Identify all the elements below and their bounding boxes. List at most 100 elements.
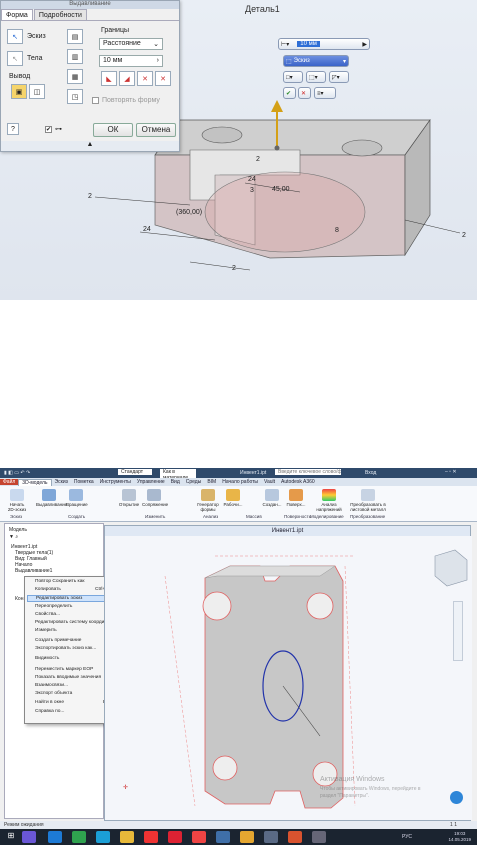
output-surface-button[interactable]: ◫: [29, 84, 45, 99]
cancel-button[interactable]: Отмена: [136, 123, 176, 137]
start-sketch-button[interactable]: Начать 2D-эскиз: [6, 489, 28, 512]
stress-analysis-button[interactable]: Анализ напряжений: [314, 489, 344, 512]
dimension-label[interactable]: 2: [232, 265, 236, 272]
repeat-shape-checkbox[interactable]: [92, 97, 99, 104]
dimension-label[interactable]: 3: [250, 187, 254, 194]
dimension-label[interactable]: 8: [335, 227, 339, 234]
preview-checkbox[interactable]: ✔: [45, 126, 52, 133]
tab-environments[interactable]: Среды: [183, 479, 205, 485]
tab-3d-model[interactable]: 3D-модель: [18, 478, 52, 486]
menu-item-repeat[interactable]: Повтор Сохранить как: [35, 579, 85, 584]
menu-item-create-note[interactable]: Создать примечание: [35, 638, 81, 643]
output-solid-button[interactable]: ▣: [11, 84, 27, 99]
work-features-button[interactable]: Рабочи...: [222, 489, 244, 507]
menu-item-properties[interactable]: Свойства...: [35, 612, 60, 617]
dimension-label[interactable]: 24: [248, 176, 256, 183]
extents-select[interactable]: Расстояние ⌄: [99, 38, 163, 50]
apply-arrow-icon[interactable]: ▶: [362, 41, 367, 48]
shape-generator-button[interactable]: Генератор формы: [196, 489, 220, 512]
cut-button[interactable]: ▥: [67, 49, 83, 64]
tab-view[interactable]: Вид: [168, 479, 183, 485]
start-icon[interactable]: ⊞: [4, 831, 18, 843]
tab-shape[interactable]: Форма: [1, 9, 33, 20]
revolve-button[interactable]: Вращение: [66, 489, 88, 507]
ok-check-icon[interactable]: ✔: [283, 87, 296, 99]
asymmetric-button[interactable]: ✕: [155, 71, 171, 86]
more-options-dropdown[interactable]: ≡▾: [314, 87, 336, 99]
distance-field[interactable]: 10 мм ›: [99, 55, 163, 67]
menu-item-measure[interactable]: Измерить: [35, 628, 57, 633]
system-clock[interactable]: 19:03 14.05.2019: [448, 831, 471, 843]
dimension-label[interactable]: 2: [256, 156, 260, 163]
dimension-label[interactable]: 24: [143, 226, 151, 233]
direction-icon[interactable]: ⊢▾: [281, 41, 289, 48]
menu-item-copy[interactable]: Копировать: [35, 587, 61, 592]
help-button[interactable]: ?: [7, 123, 19, 135]
menu-item-visibility[interactable]: Видимость: [35, 656, 59, 661]
convert-sheet-metal-button[interactable]: Преобразовать в листовой металл: [348, 489, 388, 512]
material-select[interactable]: Стандарт: [118, 469, 152, 475]
tree-item-extrusion[interactable]: Выдавливание1: [15, 568, 52, 574]
symmetric-button[interactable]: ✕: [137, 71, 153, 86]
help-globe-icon[interactable]: [450, 791, 463, 804]
app-window-icon[interactable]: [264, 831, 278, 843]
presentation-icon[interactable]: [288, 831, 302, 843]
model-viewport[interactable]: [105, 536, 472, 820]
intersect-button[interactable]: ▦: [67, 69, 83, 84]
cortana-icon[interactable]: [22, 831, 36, 843]
tab-get-started[interactable]: Начало работы: [219, 479, 261, 485]
filter-icon[interactable]: ▼ ⌕: [9, 534, 18, 540]
inventor-icon[interactable]: [240, 831, 254, 843]
user-signin[interactable]: Вход: [365, 470, 376, 476]
menu-item-edit-coordinates[interactable]: Редактировать систему координат: [35, 620, 112, 625]
menu-item-help[interactable]: Справка по...: [35, 709, 64, 714]
window-controls[interactable]: – ▫ ✕: [445, 469, 457, 475]
navigation-bar[interactable]: [453, 601, 463, 661]
operation-dropdown[interactable]: ⬚▾: [306, 71, 326, 83]
cancel-x-icon[interactable]: ✕: [298, 87, 311, 99]
tab-sketch[interactable]: Эскиз: [52, 479, 71, 485]
join-button[interactable]: ▤: [67, 29, 83, 44]
tab-bim[interactable]: BIM: [204, 479, 219, 485]
tab-a360[interactable]: Autodesk A360: [278, 479, 318, 485]
keyboard-language[interactable]: РУС: [402, 834, 412, 840]
tab-file[interactable]: Файл: [0, 479, 19, 485]
mail-icon[interactable]: [96, 831, 110, 843]
hole-button[interactable]: Открытие: [118, 489, 140, 507]
menu-item-show-inputs[interactable]: Показать вводимые значения: [35, 675, 101, 680]
menu-item-export-object[interactable]: Экспорт объекта: [35, 691, 72, 696]
vk-icon[interactable]: [216, 831, 230, 843]
tab-markup[interactable]: Пометка: [71, 479, 97, 485]
tab-manage[interactable]: Управление: [134, 479, 168, 485]
dimension-label[interactable]: 2: [88, 193, 92, 200]
ok-button[interactable]: ОК: [93, 123, 133, 137]
menu-item-find-in-window[interactable]: Найти в окне: [35, 700, 64, 705]
direction-2-button[interactable]: ◢: [119, 71, 135, 86]
menu-item-redefine[interactable]: Переопределить: [35, 604, 72, 609]
menu-item-move-eop[interactable]: Переместить маркер EOP: [35, 667, 93, 672]
output-dropdown[interactable]: □▾: [283, 71, 303, 83]
direction-1-button[interactable]: ◣: [101, 71, 117, 86]
profile-select-button[interactable]: ↖: [7, 29, 23, 44]
menu-item-relationships[interactable]: Взаимосвязи...: [35, 683, 68, 688]
dimension-label[interactable]: (360,00): [176, 209, 202, 216]
app-icon[interactable]: [168, 831, 182, 843]
solids-select-button[interactable]: ↖: [7, 51, 23, 66]
search-input[interactable]: Введите ключевое слово/фразу: [275, 469, 341, 475]
tab-more[interactable]: Подробности: [33, 9, 87, 20]
extents-dropdown[interactable]: ◸▾: [329, 71, 349, 83]
surface-button[interactable]: Поверх...: [286, 489, 306, 507]
settings-icon[interactable]: [312, 831, 326, 843]
menu-item-edit-sketch[interactable]: Редактировать эскиз: [27, 595, 113, 602]
collapse-arrow-icon[interactable]: ▲: [1, 141, 179, 151]
profile-selector[interactable]: ⬚ Эскиз ▾: [283, 55, 349, 67]
menu-item-export-sketch[interactable]: Экспортировать эскиз как...: [35, 646, 96, 651]
distance-input[interactable]: 10 мм: [297, 41, 320, 47]
dimension-label[interactable]: 45,00: [272, 186, 290, 193]
app-menu-icon[interactable]: ▮ ◧ ▭ ↶ ↷: [4, 470, 30, 476]
store-icon[interactable]: [72, 831, 86, 843]
extrude-button[interactable]: Выдавливание: [36, 489, 67, 507]
dimension-label[interactable]: 2: [462, 232, 466, 239]
yandex-icon[interactable]: [144, 831, 158, 843]
explorer-icon[interactable]: [120, 831, 134, 843]
